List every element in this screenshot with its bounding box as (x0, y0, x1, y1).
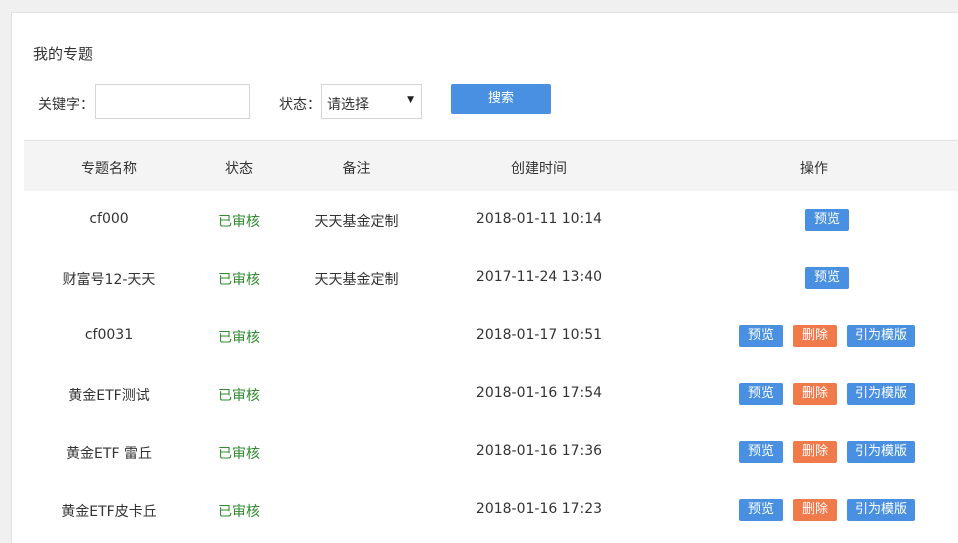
keyword-label: 关键字： (38, 97, 94, 113)
action-group: 预览 删除 引为模版 (649, 499, 958, 521)
cell-name: cf0031 (84, 327, 134, 343)
cell-name: 黄金ETF皮卡丘 (61, 504, 157, 520)
cell-name: cf000 (89, 211, 129, 227)
keyword-input[interactable] (95, 84, 250, 119)
use-as-template-button[interactable]: 引为模版 (847, 325, 915, 347)
cell-actions: 预览 (649, 191, 958, 249)
cell-name: 黄金ETF测试 (68, 388, 150, 404)
cell-note: 天天基金定制 (314, 272, 399, 288)
cell-created: 2018-01-11 10:14 (475, 211, 603, 227)
delete-button[interactable]: 删除 (793, 383, 837, 405)
topic-table: 专题名称 状态 备注 创建时间 操作 cf000 已审核 天天基金定制 2018-01… (24, 140, 958, 539)
table-body: cf000 已审核 天天基金定制 2018-01-11 10:14 预览 财富号12-天天… (24, 191, 958, 539)
use-as-template-button[interactable]: 引为模版 (847, 499, 915, 521)
col-header-name: 专题名称 (81, 161, 137, 177)
cell-actions: 预览 删除 引为模版 (649, 481, 958, 539)
use-as-template-button[interactable]: 引为模版 (847, 441, 915, 463)
page-title: 我的专题 (33, 45, 94, 63)
preview-button[interactable]: 预览 (739, 441, 783, 463)
col-header-created: 创建时间 (511, 161, 567, 177)
cell-created: 2018-01-16 17:54 (475, 385, 603, 401)
cell-actions: 预览 (649, 249, 958, 307)
action-group: 预览 删除 引为模版 (649, 325, 958, 347)
cell-status: 已审核 (218, 504, 260, 520)
table-row: 黄金ETF皮卡丘 已审核 2018-01-16 17:23 预览 删除 引为模版 (24, 481, 958, 539)
action-group: 预览 删除 引为模版 (649, 441, 958, 463)
preview-button[interactable]: 预览 (739, 383, 783, 405)
search-button[interactable]: 搜索 (451, 84, 551, 114)
chevron-down-icon: ▼ (407, 95, 414, 105)
preview-button[interactable]: 预览 (805, 267, 849, 289)
action-group: 预览 (649, 209, 958, 231)
action-group: 预览 (649, 267, 958, 289)
table-header: 专题名称 状态 备注 创建时间 操作 (24, 141, 958, 191)
table-row: 财富号12-天天 已审核 天天基金定制 2017-11-24 13:40 预览 (24, 249, 958, 307)
cell-actions: 预览 删除 引为模版 (649, 307, 958, 365)
cell-name: 财富号12-天天 (62, 272, 156, 288)
cell-status: 已审核 (218, 272, 260, 288)
delete-button[interactable]: 删除 (793, 441, 837, 463)
cell-status: 已审核 (218, 446, 260, 462)
table-row: 黄金ETF测试 已审核 2018-01-16 17:54 预览 删除 引为模版 (24, 365, 958, 423)
preview-button[interactable]: 预览 (739, 325, 783, 347)
action-group: 预览 删除 引为模版 (649, 383, 958, 405)
cell-created: 2018-01-17 10:51 (475, 327, 603, 343)
search-bar: 关键字： 状态： 请选择 ▼ 搜索 (12, 84, 958, 120)
preview-button[interactable]: 预览 (805, 209, 849, 231)
col-header-ops: 操作 (800, 161, 828, 177)
cell-note: 天天基金定制 (314, 214, 399, 230)
table-row: 黄金ETF 雷丘 已审核 2018-01-16 17:36 预览 删除 引为模版 (24, 423, 958, 481)
preview-button[interactable]: 预览 (739, 499, 783, 521)
main-panel: 我的专题 关键字： 状态： 请选择 ▼ 搜索 专题名称 状态 备注 创建时间 操… (11, 12, 958, 543)
table-row: cf000 已审核 天天基金定制 2018-01-11 10:14 预览 (24, 191, 958, 249)
status-select[interactable]: 请选择 ▼ (321, 84, 422, 119)
cell-actions: 预览 删除 引为模版 (649, 423, 958, 481)
delete-button[interactable]: 删除 (793, 499, 837, 521)
status-select-value: 请选择 (327, 97, 369, 113)
cell-actions: 预览 删除 引为模版 (649, 365, 958, 423)
col-header-status: 状态 (225, 161, 253, 177)
cell-created: 2017-11-24 13:40 (475, 269, 603, 285)
cell-created: 2018-01-16 17:36 (475, 443, 603, 459)
use-as-template-button[interactable]: 引为模版 (847, 383, 915, 405)
status-label: 状态： (279, 97, 321, 113)
col-header-note: 备注 (342, 161, 371, 177)
cell-status: 已审核 (218, 330, 260, 346)
cell-name: 黄金ETF 雷丘 (66, 446, 152, 462)
delete-button[interactable]: 删除 (793, 325, 837, 347)
table-row: cf0031 已审核 2018-01-17 10:51 预览 删除 引为模版 (24, 307, 958, 365)
cell-created: 2018-01-16 17:23 (475, 501, 603, 517)
cell-status: 已审核 (218, 214, 260, 230)
cell-status: 已审核 (218, 388, 260, 404)
